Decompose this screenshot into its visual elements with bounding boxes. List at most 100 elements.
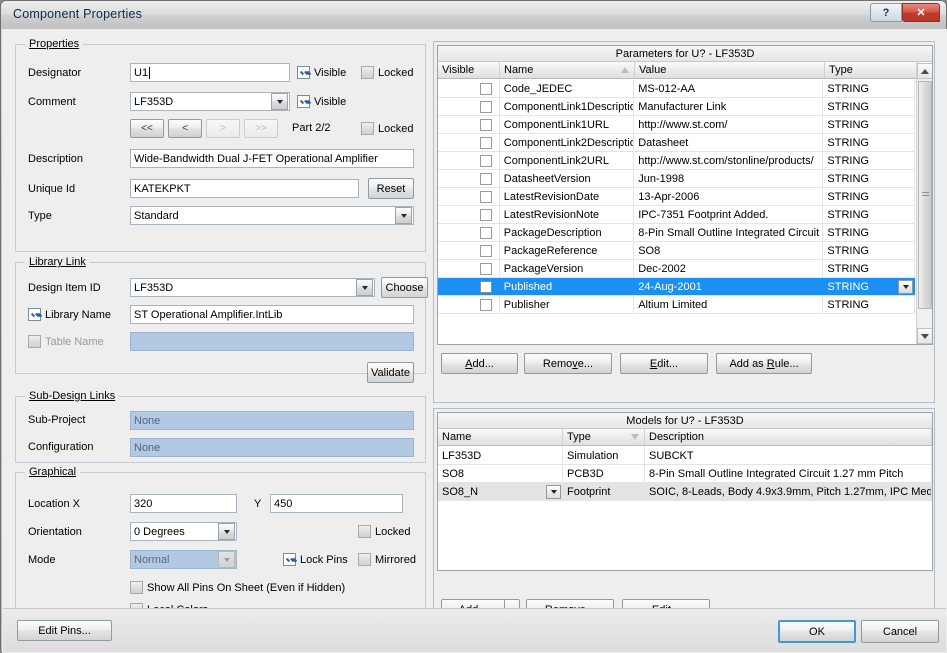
table-row[interactable]: PackageDescription 8-Pin Small Outline In… <box>438 224 915 242</box>
model-description-cell[interactable]: 8-Pin Small Outline Integrated Circuit 1… <box>645 465 932 482</box>
checkbox-box[interactable] <box>479 244 492 257</box>
model-name-cell[interactable]: SO8_N <box>438 483 563 500</box>
parameters-add-button[interactable]: Add... <box>441 353 518 374</box>
checkbox-box[interactable] <box>479 136 492 149</box>
designator-input[interactable]: U1 <box>130 63 290 82</box>
cancel-button[interactable]: Cancel <box>861 620 939 643</box>
models-col-header[interactable]: Name <box>438 429 563 445</box>
parameter-name-cell[interactable]: PackageDescription <box>500 224 635 241</box>
choose-button[interactable]: Choose <box>381 277 428 298</box>
scrollbar-thumb[interactable] <box>918 81 932 309</box>
parameter-type-cell[interactable]: STRING <box>823 170 915 187</box>
unique-id-input[interactable]: KATEKPKT <box>130 179 359 198</box>
scroll-up-icon[interactable] <box>917 63 932 79</box>
parameter-visible-cell[interactable] <box>438 116 500 133</box>
checkbox-box[interactable] <box>479 226 492 239</box>
parameter-visible-cell[interactable] <box>438 296 500 313</box>
mirrored-checkbox[interactable]: Mirrored <box>358 553 416 566</box>
parameters-col-header[interactable]: Value <box>635 62 825 78</box>
orientation-locked-checkbox[interactable]: Locked <box>358 525 410 538</box>
model-description-cell[interactable]: SOIC, 8-Leads, Body 4.9x3.9mm, Pitch 1.2… <box>645 483 932 500</box>
models-col-header[interactable]: Description <box>645 429 932 445</box>
parameter-type-cell[interactable]: STRING <box>823 98 915 115</box>
parameter-type-cell[interactable]: STRING <box>823 206 915 223</box>
parameter-type-cell[interactable]: STRING <box>823 296 915 313</box>
table-row[interactable]: Code_JEDEC MS-012-AA STRING <box>438 80 915 98</box>
parameter-visible-cell[interactable] <box>438 242 500 259</box>
model-description-cell[interactable]: SUBCKT <box>645 447 932 464</box>
library-name-checkbox[interactable]: Library Name <box>28 308 111 321</box>
parameter-type-cell[interactable]: STRING <box>823 188 915 205</box>
checkbox-box[interactable] <box>479 100 492 113</box>
parameters-remove-button[interactable]: Remove... <box>524 353 612 374</box>
parameter-name-cell[interactable]: ComponentLink1URL <box>500 116 635 133</box>
parameters-col-header[interactable]: Visible <box>438 62 500 78</box>
ok-button[interactable]: OK <box>778 620 856 643</box>
checkbox-box[interactable] <box>479 298 492 311</box>
scroll-down-icon[interactable] <box>917 328 932 344</box>
parameter-visible-cell[interactable] <box>438 224 500 241</box>
parameter-name-cell[interactable]: PackageVersion <box>500 260 635 277</box>
parameter-type-cell[interactable]: STRING <box>823 80 915 97</box>
parameter-type-cell[interactable]: STRING <box>823 260 915 277</box>
parameter-name-cell[interactable]: LatestRevisionNote <box>500 206 635 223</box>
model-type-cell[interactable]: Simulation <box>563 447 645 464</box>
parameter-value-cell[interactable]: SO8 <box>634 242 824 259</box>
table-row[interactable]: PackageVersion Dec-2002 STRING <box>438 260 915 278</box>
type-combo[interactable]: Standard <box>130 206 414 225</box>
parameters-add-as-rule-button[interactable]: Add as Rule... <box>716 353 812 374</box>
table-row[interactable]: ComponentLink2Description Datasheet STRING <box>438 134 915 152</box>
parameter-value-cell[interactable]: 13-Apr-2006 <box>634 188 824 205</box>
table-row[interactable]: ComponentLink2URL http://www.st.com/stonl… <box>438 152 915 170</box>
library-name-input[interactable]: ST Operational Amplifier.IntLib <box>130 305 414 324</box>
parameter-name-cell[interactable]: Published <box>500 278 635 295</box>
chevron-down-icon[interactable] <box>218 523 235 540</box>
parameter-value-cell[interactable]: 8-Pin Small Outline Integrated Circuit 1 <box>634 224 824 241</box>
parameter-type-cell[interactable]: STRING <box>823 116 915 133</box>
parameter-value-cell[interactable]: MS-012-AA <box>634 80 824 97</box>
chevron-down-icon[interactable] <box>546 484 561 499</box>
parameter-name-cell[interactable]: Code_JEDEC <box>500 80 635 97</box>
checkbox-box[interactable] <box>479 82 492 95</box>
models-col-header[interactable]: Type <box>563 429 645 445</box>
show-all-pins-checkbox[interactable]: Show All Pins On Sheet (Even if Hidden) <box>130 581 345 594</box>
parameter-name-cell[interactable]: LatestRevisionDate <box>500 188 635 205</box>
parameter-value-cell[interactable]: 24-Aug-2001 <box>634 278 824 295</box>
parameter-value-cell[interactable]: Manufacturer Link <box>634 98 824 115</box>
checkbox-box[interactable] <box>479 262 492 275</box>
design-item-id-combo[interactable]: LF353D <box>130 278 375 297</box>
checkbox-box[interactable] <box>479 154 492 167</box>
table-row[interactable]: Published 24-Aug-2001 STRING <box>438 278 915 296</box>
table-row[interactable]: LatestRevisionDate 13-Apr-2006 STRING <box>438 188 915 206</box>
parameter-visible-cell[interactable] <box>438 98 500 115</box>
models-rows[interactable]: LF353D Simulation SUBCKT SO8 PCB3D 8-Pin Smal… <box>438 447 932 570</box>
parameter-value-cell[interactable]: IPC-7351 Footprint Added. <box>634 206 824 223</box>
table-row[interactable]: PackageReference SO8 STRING <box>438 242 915 260</box>
table-row[interactable]: LF353D Simulation SUBCKT <box>438 447 932 465</box>
checkbox-box[interactable] <box>479 118 492 131</box>
parameter-type-cell[interactable]: STRING <box>823 242 915 259</box>
orientation-combo[interactable]: 0 Degrees <box>130 522 237 541</box>
parameter-name-cell[interactable]: Publisher <box>500 296 635 313</box>
parameter-value-cell[interactable]: Dec-2002 <box>634 260 824 277</box>
parameters-scrollbar[interactable] <box>916 63 932 344</box>
edit-pins-button[interactable]: Edit Pins... <box>17 620 112 641</box>
model-type-cell[interactable]: Footprint <box>563 483 645 500</box>
description-input[interactable]: Wide-Bandwidth Dual J-FET Operational Am… <box>130 149 414 168</box>
parameter-name-cell[interactable]: ComponentLink1Description <box>500 98 635 115</box>
parameter-visible-cell[interactable] <box>438 278 500 295</box>
prev-part-button[interactable]: < <box>168 119 202 138</box>
parameter-name-cell[interactable]: ComponentLink2Description <box>500 134 635 151</box>
parameter-visible-cell[interactable] <box>438 170 500 187</box>
parameters-grid[interactable]: Parameters for U? - LF353D Visible Name Va… <box>437 45 933 345</box>
chevron-down-icon[interactable] <box>898 279 913 294</box>
table-row[interactable]: ComponentLink1Description Manufacturer Li… <box>438 98 915 116</box>
reset-button[interactable]: Reset <box>368 178 414 199</box>
comment-visible-checkbox[interactable]: Visible <box>297 95 346 108</box>
table-row[interactable]: SO8_N Footprint SOIC, 8-Leads, Body 4.9x3.… <box>438 483 932 501</box>
parameter-type-cell[interactable]: STRING <box>823 278 915 295</box>
location-y-input[interactable]: 450 <box>270 494 403 513</box>
table-row[interactable]: ComponentLink1URL http://www.st.com/STRIN… <box>438 116 915 134</box>
help-icon[interactable]: ? <box>870 3 902 22</box>
location-x-input[interactable]: 320 <box>130 494 237 513</box>
